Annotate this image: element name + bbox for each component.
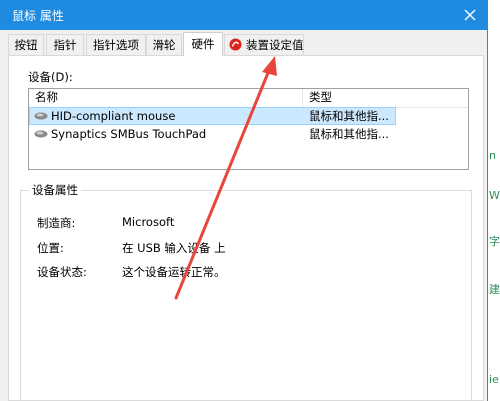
tab-device-settings[interactable]: 装置设定值 — [224, 34, 304, 55]
device-status-label: 设备状态: — [37, 265, 87, 279]
devices-label: 设备(D): — [28, 70, 73, 84]
close-icon — [464, 9, 476, 21]
device-row-touchpad[interactable]: Synaptics SMBus TouchPad 鼠标和其他指... — [29, 125, 396, 143]
location-label: 位置: — [37, 241, 64, 255]
screen: n W 字 建 ie 鼠标 属性 按钮 指针 指针选项 滑轮 硬件 装置设定值 … — [0, 0, 500, 401]
device-type: 鼠标和其他指... — [309, 109, 389, 123]
manufacturer-value: Microsoft — [122, 215, 175, 229]
location-value: 在 USB 输入设备 上 — [122, 241, 226, 255]
tab-device-settings-label: 装置设定值 — [246, 38, 304, 52]
device-name-cell: Synaptics SMBus TouchPad — [34, 125, 206, 143]
mouse-device-icon — [34, 129, 48, 138]
tab-bar: 按钮 指针 指针选项 滑轮 硬件 装置设定值 — [8, 32, 486, 56]
column-header-type[interactable]: 类型 — [303, 89, 468, 107]
device-type: 鼠标和其他指... — [309, 127, 389, 141]
column-header-name[interactable]: 名称 — [29, 89, 303, 107]
device-name-cell: HID-compliant mouse — [34, 107, 175, 125]
mouse-properties-dialog: 鼠标 属性 按钮 指针 指针选项 滑轮 硬件 装置设定值 设备(D): 名称 类… — [0, 0, 488, 401]
tab-hardware[interactable]: 硬件 — [183, 32, 223, 56]
device-row-hid-mouse[interactable]: HID-compliant mouse 鼠标和其他指... — [29, 107, 396, 125]
hardware-panel: 设备(D): 名称 类型 HID-compliant mouse 鼠标和其他指.… — [8, 55, 484, 401]
background-glyph: W — [489, 189, 500, 202]
background-glyph: 建 — [489, 283, 500, 296]
device-properties-title: 设备属性 — [29, 182, 81, 198]
manufacturer-label: 制造商: — [37, 216, 76, 230]
title-bar[interactable]: 鼠标 属性 — [0, 0, 487, 30]
background-glyph: 字 — [489, 235, 500, 248]
device-status-value: 这个设备运转正常。 — [122, 265, 226, 279]
close-button[interactable] — [459, 4, 481, 26]
device-name: Synaptics SMBus TouchPad — [51, 127, 207, 141]
list-header: 名称 类型 — [29, 89, 468, 108]
tab-wheel[interactable]: 滑轮 — [146, 34, 182, 55]
synaptics-icon — [229, 38, 242, 51]
desktop-background: n W 字 建 ie — [488, 0, 500, 401]
background-glyph: n — [489, 149, 496, 162]
device-properties-group: 设备属性 制造商: Microsoft 位置: 在 USB 输入设备 上 设备状… — [20, 182, 472, 401]
device-name: HID-compliant mouse — [51, 109, 176, 123]
background-glyph: ie — [489, 373, 499, 386]
tab-buttons[interactable]: 按钮 — [8, 34, 44, 55]
window-title: 鼠标 属性 — [12, 9, 64, 23]
tab-pointers[interactable]: 指针 — [46, 34, 84, 55]
mouse-device-icon — [34, 111, 48, 120]
tab-pointer-options[interactable]: 指针选项 — [86, 34, 146, 55]
devices-list[interactable]: 名称 类型 HID-compliant mouse 鼠标和其他指... Syna… — [28, 88, 469, 170]
